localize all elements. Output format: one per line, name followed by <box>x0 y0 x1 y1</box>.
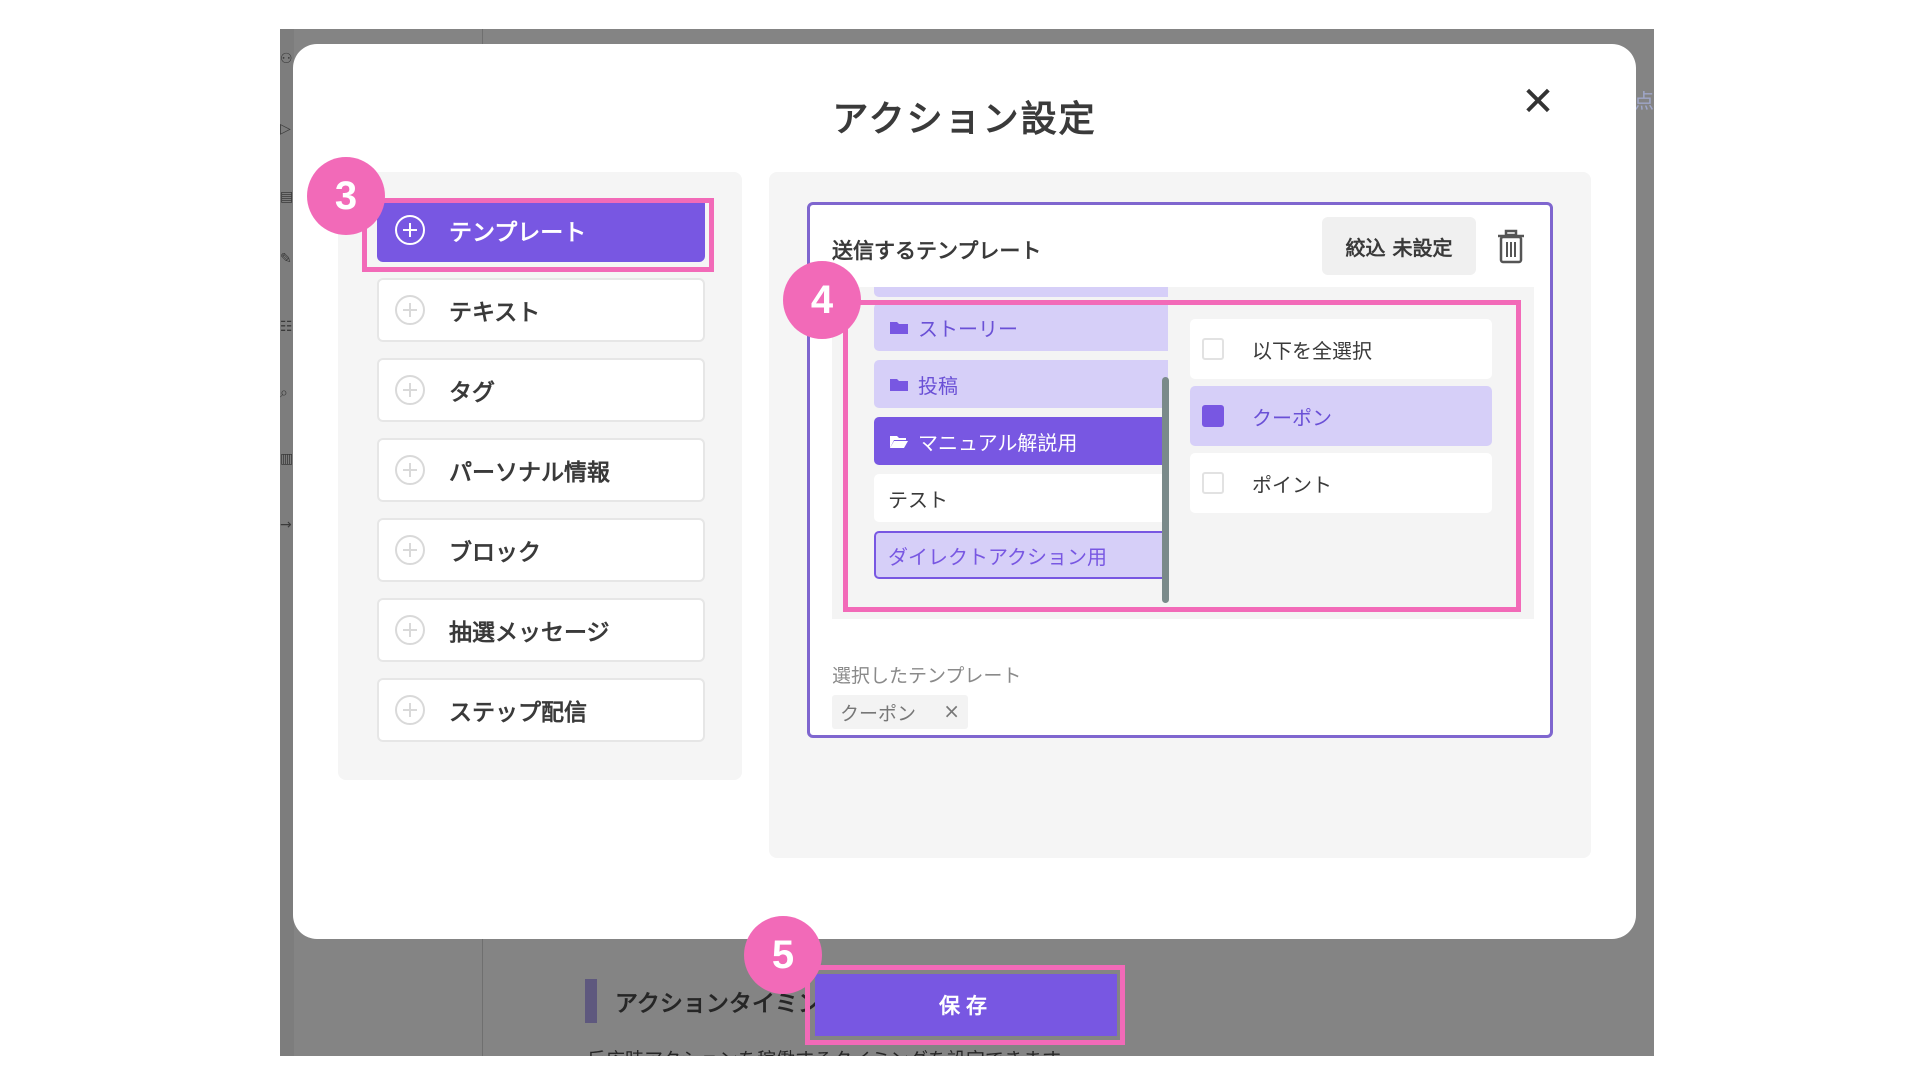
option-point[interactable]: ポイント <box>1190 453 1492 513</box>
folder-scrollbar[interactable] <box>1162 377 1169 603</box>
plus-circle-icon <box>395 215 425 245</box>
sidebar-send-icon: ▷ <box>280 121 291 137</box>
action-settings-modal: アクション設定 ✕ テンプレート テキスト タグ パーソナル情報 ブロック 抽選… <box>293 44 1636 939</box>
folder-label: 投稿 <box>918 373 958 398</box>
action-item-template[interactable]: テンプレート <box>377 198 705 262</box>
sidebar-list-icon: ▤ <box>280 189 294 205</box>
sidebar-user-icon: ⚇ <box>280 51 293 67</box>
action-item-personal-info[interactable]: パーソナル情報 <box>377 438 705 502</box>
close-icon: ✕ <box>1521 79 1555 125</box>
plus-circle-icon <box>395 615 425 645</box>
save-button[interactable]: 保存 <box>815 974 1117 1036</box>
action-item-label: ブロック <box>449 540 541 566</box>
sidebar-table-icon: ☷ <box>280 319 293 335</box>
option-label: ポイント <box>1252 472 1332 497</box>
background-section-desc: 反応時アクションを稼働するタイミングを設定できます <box>587 1045 1061 1056</box>
template-settings-box: 送信するテンプレート 絞込 未設定 ストーリー 投稿 マニュアル解説用 テスト … <box>807 202 1553 738</box>
option-select-all[interactable]: 以下を全選択 <box>1190 319 1492 379</box>
folder-label: マニュアル解説用 <box>918 430 1078 455</box>
action-item-label: テキスト <box>449 300 541 326</box>
folder-icon <box>890 378 908 391</box>
plus-circle-icon <box>395 535 425 565</box>
action-item-block[interactable]: ブロック <box>377 518 705 582</box>
folder-icon <box>890 321 908 334</box>
folder-item-post[interactable]: 投稿 <box>874 360 1168 408</box>
folder-item-story[interactable]: ストーリー <box>874 303 1168 351</box>
option-coupon[interactable]: クーポン <box>1190 386 1492 446</box>
folder-item-manual[interactable]: マニュアル解説用 <box>874 417 1168 465</box>
action-detail-panel: 送信するテンプレート 絞込 未設定 ストーリー 投稿 マニュアル解説用 テスト … <box>769 172 1591 858</box>
step-badge-3: 3 <box>307 157 385 235</box>
option-label: クーポン <box>1252 405 1332 430</box>
folder-list: ストーリー 投稿 マニュアル解説用 テスト ダイレクトアクション用 <box>854 287 1168 619</box>
option-label: 以下を全選択 <box>1252 338 1372 363</box>
action-item-label: テンプレート <box>449 220 587 246</box>
folder-label: テスト <box>888 487 948 512</box>
folder-label: ダイレクトアクション用 <box>888 544 1107 569</box>
sidebar-search-icon: ⌕ <box>280 385 288 401</box>
checkbox[interactable] <box>1202 338 1224 360</box>
action-item-label: パーソナル情報 <box>449 460 610 486</box>
selected-templates-label: 選択したテンプレート <box>832 665 1022 687</box>
background-sidebar: ⚇ ▷ ▤ ✎ ☷ ⌕ ▥ → <box>280 29 294 1056</box>
modal-title: アクション設定 <box>832 99 1097 140</box>
filter-button[interactable]: 絞込 未設定 <box>1322 217 1476 275</box>
action-item-label: ステップ配信 <box>449 700 587 726</box>
action-item-tag[interactable]: タグ <box>377 358 705 422</box>
plus-circle-icon <box>395 455 425 485</box>
checkbox[interactable] <box>1202 472 1224 494</box>
step-badge-4: 4 <box>783 261 861 339</box>
action-item-label: 抽選メッセージ <box>449 620 610 646</box>
action-item-step-delivery[interactable]: ステップ配信 <box>377 678 705 742</box>
plus-circle-icon <box>395 695 425 725</box>
action-item-text[interactable]: テキスト <box>377 278 705 342</box>
sidebar-chart-icon: ▥ <box>280 451 294 467</box>
sidebar-edit-icon: ✎ <box>280 251 292 267</box>
action-item-label: タグ <box>449 380 495 406</box>
section-title-text: アクションタイミング <box>615 991 844 1017</box>
folder-item-test[interactable]: テスト <box>874 474 1168 522</box>
section-bar <box>585 979 597 1023</box>
selected-template-chip: クーポン × <box>832 695 968 729</box>
background-right-text: 点 <box>1634 89 1654 113</box>
step-badge-5: 5 <box>744 916 822 994</box>
trash-icon[interactable] <box>1496 229 1526 265</box>
checkbox-checked[interactable] <box>1202 405 1224 427</box>
folder-label: ストーリー <box>918 316 1018 341</box>
template-option-list: 以下を全選択 クーポン ポイント <box>1180 301 1522 611</box>
plus-circle-icon <box>395 295 425 325</box>
template-picker: ストーリー 投稿 マニュアル解説用 テスト ダイレクトアクション用 以下を全選択… <box>832 287 1534 619</box>
folder-item-direct-action[interactable]: ダイレクトアクション用 <box>874 531 1168 579</box>
template-box-title: 送信するテンプレート <box>832 239 1042 263</box>
action-type-list: テンプレート テキスト タグ パーソナル情報 ブロック 抽選メッセージ ステップ… <box>338 172 742 780</box>
folder-item-partial[interactable] <box>874 287 1168 297</box>
close-button[interactable]: ✕ <box>1518 82 1558 122</box>
chip-label: クーポン <box>840 702 917 725</box>
sidebar-arrow-icon: → <box>280 517 292 533</box>
action-item-lottery-message[interactable]: 抽選メッセージ <box>377 598 705 662</box>
folder-open-icon <box>890 435 908 448</box>
plus-circle-icon <box>395 375 425 405</box>
chip-remove-icon[interactable]: × <box>943 699 960 723</box>
